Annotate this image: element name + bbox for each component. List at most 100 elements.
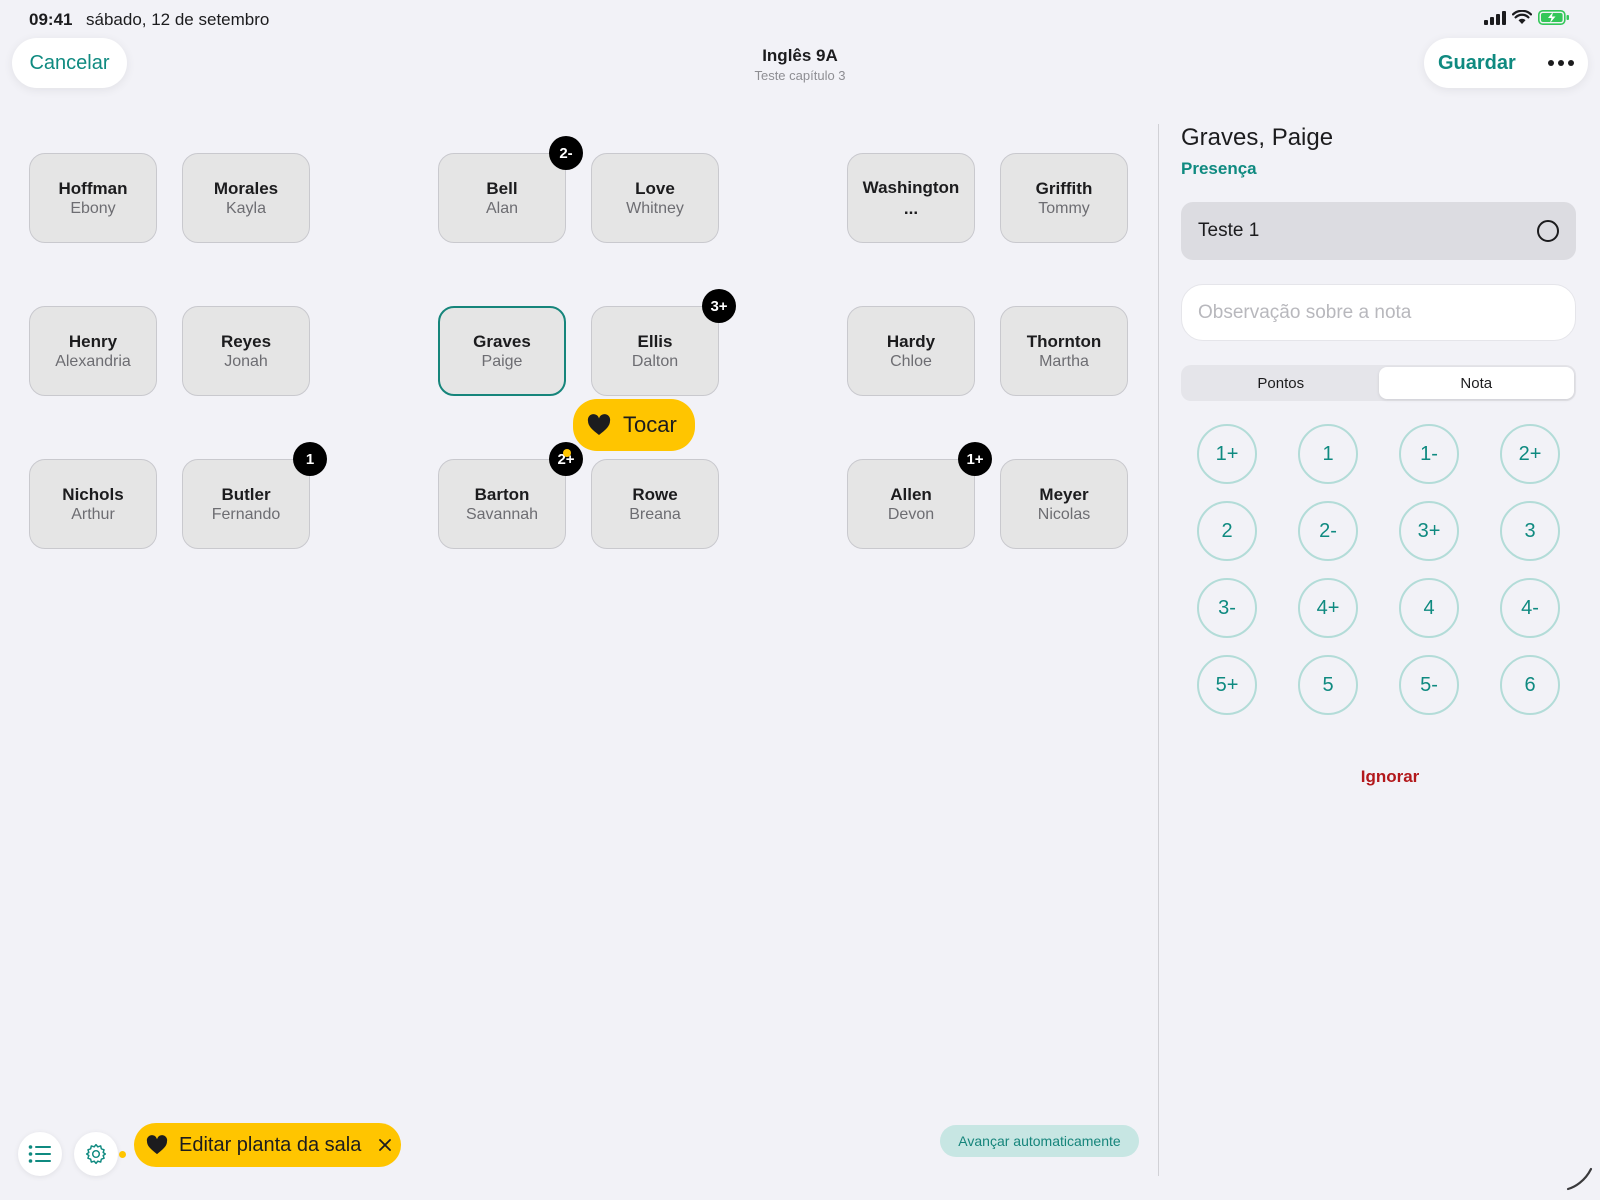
more-options-icon[interactable] xyxy=(1548,51,1574,75)
seat-love[interactable]: Love Whitney xyxy=(591,153,719,243)
seat-first-name: Whitney xyxy=(626,199,684,217)
grade-button[interactable]: 4- xyxy=(1500,578,1560,638)
seat-first-name: Fernando xyxy=(211,505,281,523)
wifi-icon xyxy=(1512,10,1532,24)
test-subtitle: Teste capítulo 3 xyxy=(754,68,846,83)
grade-badge: 1 xyxy=(293,442,327,476)
tap-tip[interactable]: Tocar xyxy=(573,399,695,451)
seat-last-name: Washington... xyxy=(862,178,960,218)
save-toolbar: Guardar xyxy=(1424,38,1588,88)
attendance-link[interactable]: Presença xyxy=(1181,159,1257,179)
grade-button[interactable]: 3+ xyxy=(1399,501,1459,561)
seat-graves-selected[interactable]: Graves Paige xyxy=(438,306,566,396)
seat-first-name: Kayla xyxy=(225,199,267,217)
radio-circle-icon[interactable] xyxy=(1537,220,1559,242)
edit-room-plan-label: Editar planta da sala xyxy=(179,1133,362,1156)
gear-icon xyxy=(85,1143,107,1165)
status-time: 09:41 xyxy=(29,10,73,29)
seat-first-name: Savannah xyxy=(465,505,539,523)
seat-allen[interactable]: Allen Devon xyxy=(847,459,975,549)
heart-icon xyxy=(146,1135,168,1155)
seat-henry[interactable]: Henry Alexandria xyxy=(29,306,157,396)
student-name: Graves, Paige xyxy=(1181,124,1334,151)
ignore-button[interactable]: Ignorar xyxy=(1320,767,1460,787)
seat-rowe[interactable]: Rowe Breana xyxy=(591,459,719,549)
heart-icon xyxy=(587,414,611,435)
segment-points[interactable]: Pontos xyxy=(1183,367,1379,399)
settings-button[interactable] xyxy=(74,1132,118,1176)
seat-last-name: Butler xyxy=(221,484,271,504)
seat-last-name: Hoffman xyxy=(58,178,128,198)
seat-butler[interactable]: Butler Fernando xyxy=(182,459,310,549)
seat-first-name: Dalton xyxy=(631,352,679,370)
grade-button[interactable]: 4+ xyxy=(1298,578,1358,638)
grade-button[interactable]: 5- xyxy=(1399,655,1459,715)
seat-last-name: Hardy xyxy=(886,331,936,351)
seat-last-name: Barton xyxy=(474,484,530,504)
grade-button[interactable]: 5 xyxy=(1298,655,1358,715)
seat-bell[interactable]: Bell Alan xyxy=(438,153,566,243)
scribble-indicator-icon xyxy=(1566,1167,1593,1191)
seat-ellis[interactable]: Ellis Dalton xyxy=(591,306,719,396)
seat-reyes[interactable]: Reyes Jonah xyxy=(182,306,310,396)
status-icons xyxy=(1484,10,1570,25)
tip-pointer xyxy=(119,1151,126,1158)
seat-last-name: Reyes xyxy=(220,331,272,351)
seat-last-name: Allen xyxy=(890,484,932,504)
class-title: Inglês 9A xyxy=(762,46,838,65)
seat-nichols[interactable]: Nichols Arthur xyxy=(29,459,157,549)
seat-hardy[interactable]: Hardy Chloe xyxy=(847,306,975,396)
seat-barton[interactable]: Barton Savannah xyxy=(438,459,566,549)
seat-last-name: Thornton xyxy=(1026,331,1102,351)
seat-thornton[interactable]: Thornton Martha xyxy=(1000,306,1128,396)
seat-last-name: Griffith xyxy=(1035,178,1093,198)
test-label: Teste 1 xyxy=(1198,220,1260,241)
seat-last-name: Love xyxy=(635,178,675,198)
grade-badge: 2+ xyxy=(549,442,583,476)
save-button[interactable]: Guardar xyxy=(1438,52,1516,75)
grade-button[interactable]: 2+ xyxy=(1500,424,1560,484)
grade-button[interactable]: 1 xyxy=(1298,424,1358,484)
seat-first-name: Jonah xyxy=(224,352,268,370)
grade-button[interactable]: 1- xyxy=(1399,424,1459,484)
seat-last-name: Bell xyxy=(486,178,518,198)
status-date: sábado, 12 de setembro xyxy=(86,10,270,29)
segment-grade[interactable]: Nota xyxy=(1378,367,1574,399)
close-icon[interactable] xyxy=(378,1138,392,1152)
grade-button[interactable]: 6 xyxy=(1500,655,1560,715)
score-mode-segmented-control: Pontos Nota xyxy=(1181,365,1576,401)
seat-morales[interactable]: Morales Kayla xyxy=(182,153,310,243)
grade-button[interactable]: 2 xyxy=(1197,501,1257,561)
panel-divider xyxy=(1158,124,1159,1176)
seat-hoffman[interactable]: Hoffman Ebony xyxy=(29,153,157,243)
seat-first-name: Chloe xyxy=(890,352,932,370)
grade-note-input[interactable] xyxy=(1181,284,1576,341)
seat-last-name: Meyer xyxy=(1039,484,1089,504)
edit-room-plan-tip[interactable]: Editar planta da sala xyxy=(134,1123,401,1167)
grade-badge: 3+ xyxy=(702,289,736,323)
seat-first-name: Tommy xyxy=(1038,199,1090,217)
list-view-button[interactable] xyxy=(18,1132,62,1176)
grade-button[interactable]: 2- xyxy=(1298,501,1358,561)
grade-button[interactable]: 4 xyxy=(1399,578,1459,638)
seat-last-name: Morales xyxy=(213,178,279,198)
tip-pointer xyxy=(563,449,571,457)
seat-last-name: Graves xyxy=(473,331,531,351)
seat-last-name: Rowe xyxy=(632,484,678,504)
grade-button[interactable]: 1+ xyxy=(1197,424,1257,484)
test-row[interactable]: Teste 1 xyxy=(1181,202,1576,260)
cellular-signal-icon xyxy=(1484,10,1506,25)
battery-charging-icon xyxy=(1538,10,1569,25)
seat-first-name: Paige xyxy=(481,352,523,370)
seat-first-name: Devon xyxy=(887,505,935,523)
grade-button[interactable]: 3- xyxy=(1197,578,1257,638)
seat-first-name: Alexandria xyxy=(55,352,131,370)
page-header: Inglês 9A Teste capítulo 3 xyxy=(0,46,1600,83)
grade-button[interactable]: 3 xyxy=(1500,501,1560,561)
seat-griffith[interactable]: Griffith Tommy xyxy=(1000,153,1128,243)
seat-meyer[interactable]: Meyer Nicolas xyxy=(1000,459,1128,549)
auto-advance-toggle[interactable]: Avançar automaticamente xyxy=(940,1125,1139,1157)
seat-washington[interactable]: Washington... xyxy=(847,153,975,243)
grade-button[interactable]: 5+ xyxy=(1197,655,1257,715)
tap-tip-label: Tocar xyxy=(623,412,677,437)
